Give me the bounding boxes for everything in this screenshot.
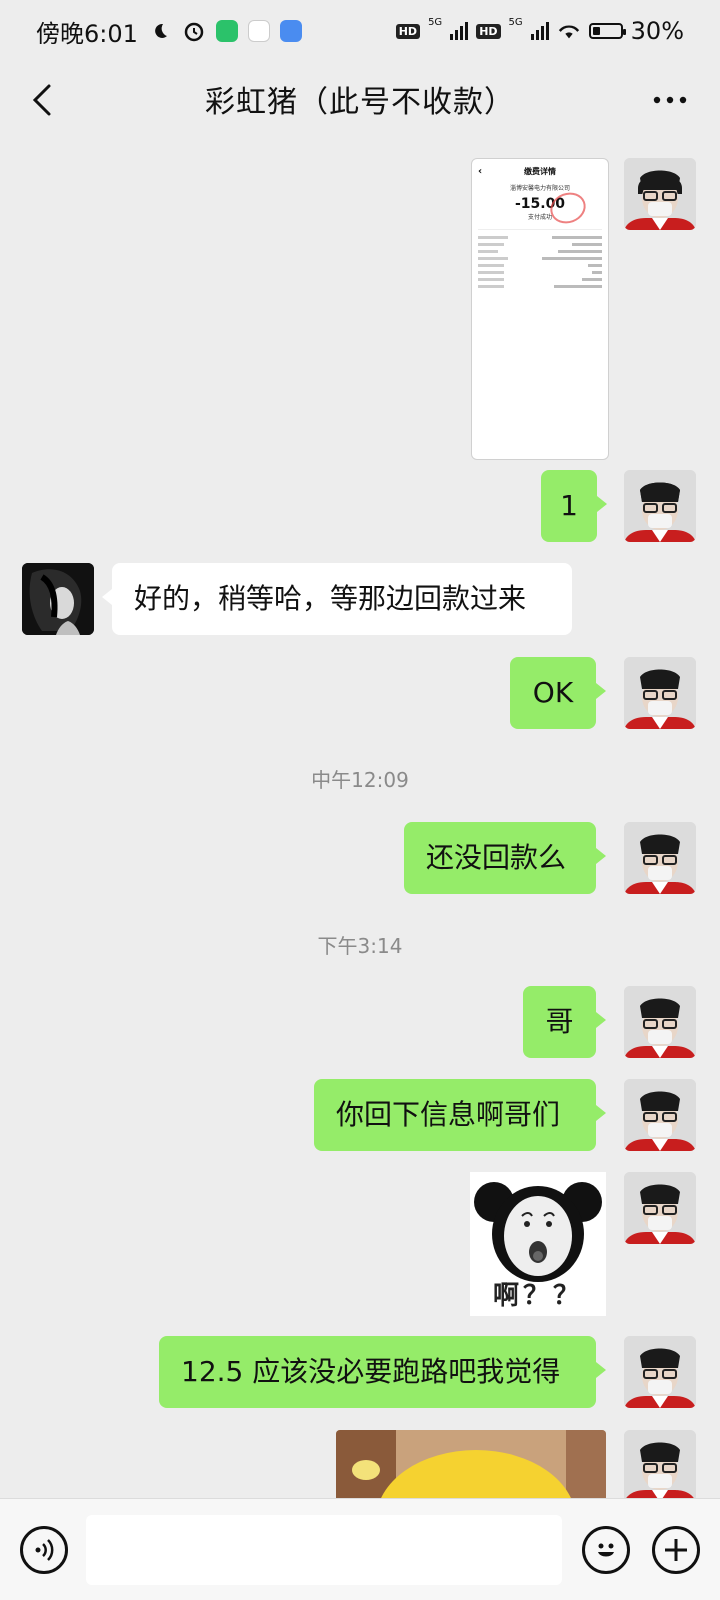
screenshot-detail-row <box>472 276 608 283</box>
screenshot-detail-row <box>472 241 608 248</box>
status-left: 傍晚6:01 <box>36 14 302 49</box>
my-avatar[interactable] <box>624 470 696 542</box>
screenshot-header: ‹ 缴费详情 <box>478 165 556 177</box>
qq-app-icon <box>247 20 270 42</box>
plus-icon <box>665 1539 687 1561</box>
sent-message[interactable]: 12.5 应该没必要跑路吧我觉得 <box>159 1336 606 1408</box>
hd-badge: HD <box>476 23 501 39</box>
signal-icon <box>530 22 549 40</box>
moon-icon <box>148 19 172 43</box>
voice-button[interactable] <box>20 1526 68 1574</box>
sent-message[interactable]: 你回下信息啊哥们 <box>314 1079 606 1151</box>
my-avatar[interactable] <box>624 822 696 894</box>
sent-message[interactable]: 哥 <box>523 986 606 1058</box>
status-right: HD 5G HD 5G 30% <box>395 17 684 45</box>
panda-sticker-message[interactable]: 啊？？ <box>470 1172 606 1316</box>
signal-icon <box>450 22 469 40</box>
message-text: OK <box>532 675 574 709</box>
input-bar <box>0 1498 720 1600</box>
received-message[interactable]: 好的，稍等哈，等那边回款过来 <box>102 563 572 635</box>
voice-icon <box>35 1539 54 1561</box>
sent-message[interactable]: 1 <box>541 470 607 542</box>
screenshot-detail-row <box>472 262 608 269</box>
network-type: 5G <box>508 17 523 28</box>
emoji-button[interactable] <box>582 1526 630 1574</box>
plus-button[interactable] <box>652 1526 700 1574</box>
emoji-icon <box>598 1543 614 1557</box>
status-time: 傍晚6:01 <box>36 19 138 48</box>
battery-icon <box>588 23 626 39</box>
alarm-icon <box>182 19 206 43</box>
chevron-left-icon <box>32 84 51 116</box>
panda-meme-icon <box>470 1172 606 1292</box>
my-avatar[interactable] <box>624 657 696 729</box>
screenshot-payee: 淄博安馨电力有限公司 <box>509 185 570 192</box>
screenshot-detail-row <box>472 283 608 290</box>
chat-title: 彩虹猪（此号不收款） <box>205 85 515 120</box>
timestamp: 中午12:09 <box>311 768 409 792</box>
wifi-icon <box>557 19 581 43</box>
timestamp: 下午3:14 <box>317 934 403 958</box>
my-avatar[interactable] <box>624 1079 696 1151</box>
payment-screenshot-message[interactable]: ‹ 缴费详情 淄博安馨电力有限公司 -15.00 支付成功 <box>471 158 609 460</box>
message-text: 还没回款么 <box>426 840 567 874</box>
sent-message[interactable]: 还没回款么 <box>404 822 606 894</box>
network-type: 5G <box>428 17 443 28</box>
my-avatar[interactable] <box>624 1430 696 1498</box>
screenshot-amount: -15.00 <box>514 196 566 212</box>
my-avatar[interactable] <box>624 1172 696 1244</box>
more-dots-icon <box>653 96 687 104</box>
my-avatar[interactable] <box>624 158 696 230</box>
contact-avatar[interactable] <box>22 563 94 635</box>
screenshot-detail-row <box>472 255 608 262</box>
message-input[interactable] <box>86 1515 562 1585</box>
screenshot-detail-row <box>472 269 608 276</box>
battery-percent: 30% <box>630 17 684 45</box>
screenshot-title: 缴费详情 <box>524 166 556 176</box>
screenshot-detail-row <box>472 248 608 255</box>
sent-message[interactable]: OK <box>510 657 606 729</box>
wechat-app-icon <box>215 20 238 42</box>
chat-header: 彩虹猪（此号不收款） <box>0 62 720 136</box>
image-message[interactable] <box>336 1430 606 1498</box>
paid-stamp-icon <box>545 187 591 229</box>
yellow-emoji-image-icon <box>336 1430 606 1498</box>
screenshot-status: 支付成功 <box>527 214 552 221</box>
status-bar: 傍晚6:01 HD 5G HD 5G 30% <box>0 0 720 62</box>
back-button[interactable] <box>20 78 64 122</box>
sticker-caption: 啊？？ <box>492 1281 583 1311</box>
message-text: 1 <box>560 488 578 522</box>
my-avatar[interactable] <box>624 986 696 1058</box>
chat-messages[interactable]: ‹ 缴费详情 淄博安馨电力有限公司 -15.00 支付成功 1 好的，稍等哈，等… <box>0 136 720 1498</box>
screenshot-detail-row <box>472 234 608 241</box>
more-button[interactable] <box>640 78 700 122</box>
app-notification-icon <box>279 20 302 42</box>
message-text: 好的，稍等哈，等那边回款过来 <box>134 581 527 615</box>
message-text: 哥 <box>545 1004 574 1038</box>
message-text: 你回下信息啊哥们 <box>336 1097 561 1131</box>
hd-badge: HD <box>395 23 421 39</box>
my-avatar[interactable] <box>624 1336 696 1408</box>
message-text: 12.5 应该没必要跑路吧我觉得 <box>181 1354 561 1388</box>
